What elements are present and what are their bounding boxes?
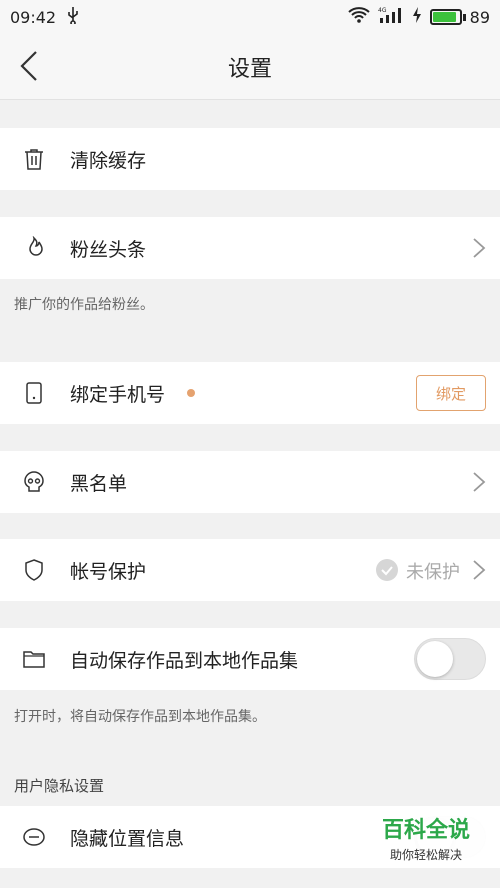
nav-bar: 设置	[0, 34, 500, 100]
shield-icon	[22, 558, 46, 582]
toggle-knob	[417, 641, 453, 677]
hide-location-label: 隐藏位置信息	[70, 827, 185, 850]
signal-icon: 4G	[378, 6, 404, 28]
battery-percent: 89	[469, 7, 490, 27]
blacklist-row[interactable]: 黑名单	[0, 451, 500, 513]
back-arrow-icon[interactable]	[14, 48, 50, 84]
watermark-main: 百科全说	[381, 818, 470, 843]
status-bar: 09:42 4G 89	[0, 0, 500, 34]
bind-button[interactable]: 绑定	[416, 375, 486, 411]
folder-icon	[22, 647, 46, 671]
auto-save-toggle[interactable]	[414, 638, 486, 680]
fan-headlines-note: 推广你的作品给粉丝。	[14, 297, 154, 313]
notification-dot	[187, 389, 195, 397]
fan-headlines-row[interactable]: 粉丝头条	[0, 217, 500, 279]
clear-cache-row[interactable]: 清除缓存	[0, 128, 500, 190]
flame-icon	[22, 235, 46, 260]
charging-icon	[412, 6, 422, 28]
watermark-sub: 助你轻松解决	[389, 848, 462, 862]
privacy-section-header: 用户隐私设置	[14, 777, 105, 795]
bind-phone-label: 绑定手机号	[70, 383, 166, 406]
skull-icon	[22, 470, 46, 494]
auto-save-label: 自动保存作品到本地作品集	[70, 649, 299, 672]
chevron-right-icon	[472, 471, 486, 493]
usb-icon	[66, 6, 80, 28]
auto-save-row: 自动保存作品到本地作品集	[0, 628, 500, 690]
fan-headlines-label: 粉丝头条	[70, 238, 147, 261]
battery-indicator: 89	[429, 7, 490, 27]
trash-icon	[22, 147, 46, 171]
account-protect-label: 帐号保护	[70, 560, 147, 583]
wifi-icon	[347, 6, 370, 28]
clear-cache-label: 清除缓存	[70, 149, 147, 172]
blacklist-label: 黑名单	[70, 472, 128, 495]
phone-icon	[22, 381, 46, 405]
location-hide-icon	[22, 825, 46, 849]
chevron-right-icon	[472, 559, 486, 581]
auto-save-note: 打开时，将自动保存作品到本地作品集。	[14, 709, 266, 725]
battery-tip	[462, 13, 466, 21]
network-label: 4G	[378, 7, 387, 14]
status-right: 4G 89	[347, 6, 490, 28]
account-protect-row[interactable]: 帐号保护 未保护	[0, 539, 500, 601]
status-time: 09:42	[10, 7, 57, 27]
chevron-right-icon	[472, 237, 486, 259]
battery-icon	[429, 9, 462, 25]
battery-fill	[432, 12, 456, 22]
check-icon	[376, 559, 398, 581]
page-title: 设置	[227, 56, 272, 82]
bind-phone-row: 绑定手机号 绑定	[0, 362, 500, 424]
watermark-logo: 百科全说 助你轻松解决	[366, 806, 486, 864]
protect-status: 未保护	[406, 562, 460, 583]
